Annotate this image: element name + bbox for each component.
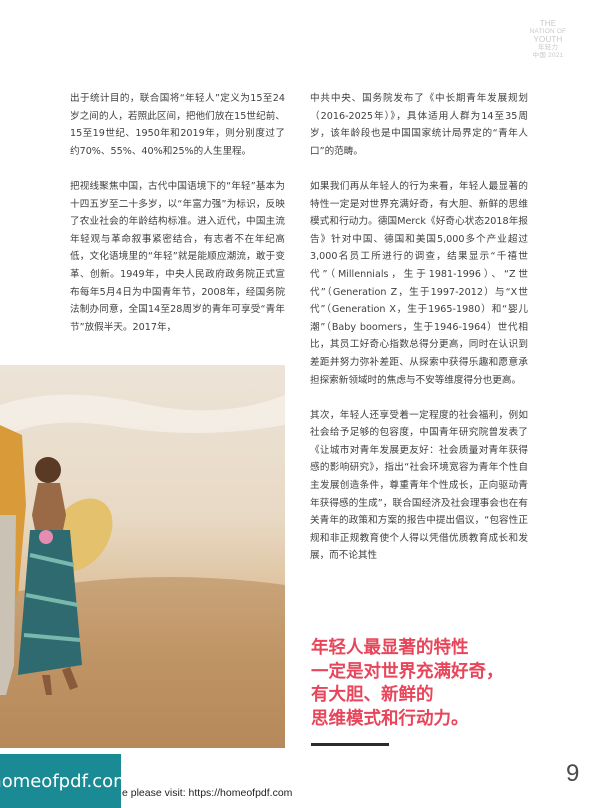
- body-paragraph: 中共中央、国务院发布了《中长期青年发展规划（2016-2025年）》，具体适用人…: [310, 93, 528, 157]
- pull-quote-line: 年轻人最显著的特性: [311, 638, 469, 658]
- body-paragraph: 其次，年轻人还享受着一定程度的社会福利，例如社会给予足够的包容度，中国青年研究院…: [310, 409, 528, 562]
- body-paragraph: 把视线聚焦中国，古代中国语境下的“年轻”基本为十四五岁至二十多岁，以“年富力强”…: [70, 180, 285, 333]
- body-paragraph: 出于统计目的，联合国将“年轻人”定义为15至24岁之间的人，若照此区间，把他们放…: [70, 93, 285, 157]
- watermark-badge[interactable]: homeofpdf.com: [0, 754, 131, 808]
- quote-underline: [311, 743, 389, 746]
- pull-quote-line: 有大胆、新鲜的: [311, 685, 434, 705]
- left-text-column: 出于统计目的，联合国将“年轻人”定义为15至24岁之间的人，若照此区间，把他们放…: [70, 90, 285, 336]
- brand-line: 年轻力: [537, 44, 559, 51]
- pull-quote-line: 一定是对世界充满好奇，: [311, 661, 504, 682]
- pull-quote-line: 思维模式和行动力。: [311, 708, 469, 729]
- page-number: 9: [566, 760, 580, 787]
- beach-illustration: [0, 394, 285, 748]
- brand-line: YOUTH: [533, 35, 563, 44]
- right-text-column: 中共中央、国务院发布了《中长期青年发展规划（2016-2025年）》，具体适用人…: [310, 90, 528, 565]
- brand-line: 中国 2021: [532, 52, 564, 59]
- body-paragraph: 如果我们再从年轻人的行为来看，年轻人最显著的特性一定是对世界充满好奇，有大胆、新…: [310, 180, 528, 386]
- brand-logo: THE NATION OF YOUTH 年轻力 中国 2021: [522, 20, 574, 60]
- beach-photo: [0, 365, 285, 748]
- watermark-footer[interactable]: e please visit: https://homeofpdf.com: [122, 787, 292, 799]
- pull-quote: 年轻人最显著的特性 一定是对世界充满好奇， 有大胆、新鲜的 思维模式和行动力。: [311, 637, 551, 731]
- brand-line: THE: [539, 19, 557, 28]
